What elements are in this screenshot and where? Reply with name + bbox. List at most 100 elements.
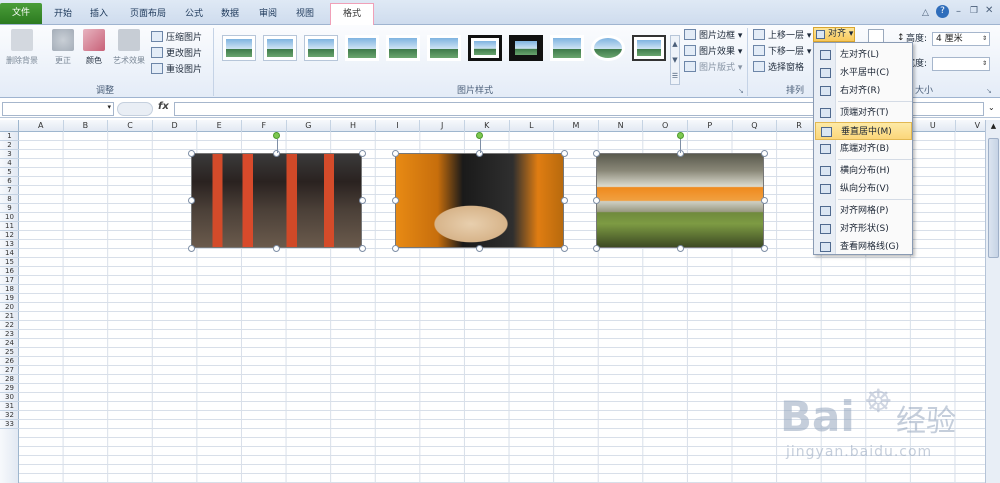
row-header[interactable]: 4 [0, 159, 19, 168]
row-header[interactable]: 16 [0, 267, 19, 276]
menu-item-view-gridlines[interactable]: 查看网格线(G) [815, 238, 912, 256]
resize-handle[interactable] [391, 244, 399, 252]
menu-item-align-middle[interactable]: 垂直居中(M) [815, 122, 912, 140]
resize-handle[interactable] [187, 244, 195, 252]
resize-handle[interactable] [187, 197, 195, 204]
height-input[interactable]: 4 厘米 ⇕ [932, 32, 990, 46]
column-header[interactable]: I [376, 120, 421, 132]
menu-item-snap-shape[interactable]: 对齐形状(S) [815, 220, 912, 238]
picture-style-9[interactable] [550, 35, 584, 61]
resize-handle[interactable] [592, 149, 600, 157]
formula-bar-handle[interactable] [117, 102, 153, 116]
resize-handle[interactable] [273, 244, 280, 252]
row-header[interactable]: 32 [0, 411, 19, 420]
expand-formula-bar-icon[interactable]: ⌄ [988, 103, 995, 112]
close-icon[interactable]: ✕ [985, 5, 993, 16]
resize-handle[interactable] [358, 149, 366, 157]
artistic-effects-button[interactable]: 艺术效果 [110, 29, 148, 66]
styles-gallery-scroll[interactable]: ▲ ▼ ☰ [670, 35, 680, 85]
menu-item-distribute-vertical[interactable]: 纵向分布(V) [815, 180, 912, 198]
menu-item-align-top[interactable]: 顶端对齐(T) [815, 104, 912, 122]
crop-icon[interactable] [868, 29, 884, 43]
column-header[interactable]: C [108, 120, 153, 132]
change-picture-button[interactable]: 更改图片 [151, 47, 202, 61]
row-header[interactable]: 15 [0, 258, 19, 267]
resize-handle[interactable] [476, 244, 483, 252]
menu-item-align-bottom[interactable]: 底端对齐(B) [815, 140, 912, 158]
row-header[interactable]: 23 [0, 330, 19, 339]
row-header[interactable]: 27 [0, 366, 19, 375]
picture-style-3[interactable] [304, 35, 338, 61]
picture-style-7[interactable] [468, 35, 502, 61]
resize-handle[interactable] [592, 197, 600, 204]
row-header[interactable]: 6 [0, 177, 19, 186]
row-header[interactable]: 14 [0, 249, 19, 258]
align-button[interactable]: 对齐 ▾ [813, 27, 855, 42]
row-header[interactable]: 2 [0, 141, 19, 150]
row-header[interactable]: 28 [0, 375, 19, 384]
row-header[interactable]: 3 [0, 150, 19, 159]
column-header[interactable]: M [554, 120, 599, 132]
picture-style-8[interactable] [509, 35, 543, 61]
column-header[interactable]: H [331, 120, 376, 132]
column-header[interactable]: P [688, 120, 733, 132]
resize-handle[interactable] [560, 197, 568, 204]
column-header[interactable]: N [599, 120, 644, 132]
row-header[interactable]: 7 [0, 186, 19, 195]
menu-item-distribute-horizontal[interactable]: 横向分布(H) [815, 162, 912, 180]
rotation-handle[interactable] [676, 132, 684, 139]
tab-file[interactable]: 文件 [0, 3, 42, 24]
picture-style-6[interactable] [427, 35, 461, 61]
select-all-corner[interactable] [0, 120, 19, 132]
picture-layout-button[interactable]: 图片版式 ▾ [684, 61, 742, 75]
resize-handle[interactable] [760, 149, 768, 157]
tab-formulas[interactable]: 公式 [178, 4, 210, 25]
tab-format[interactable]: 格式 [330, 3, 374, 26]
color-button[interactable]: 颜色 [80, 29, 108, 66]
row-header[interactable]: 13 [0, 240, 19, 249]
scroll-up-icon[interactable]: ▲ [988, 122, 999, 133]
row-header[interactable]: 8 [0, 195, 19, 204]
tab-data[interactable]: 数据 [214, 4, 246, 25]
insert-function-icon[interactable]: fx [158, 101, 169, 112]
column-header[interactable]: D [153, 120, 198, 132]
row-header[interactable]: 29 [0, 384, 19, 393]
width-spin-icon[interactable]: ⇕ [982, 58, 987, 70]
column-header[interactable]: J [420, 120, 465, 132]
resize-handle[interactable] [676, 244, 684, 252]
row-header[interactable]: 12 [0, 231, 19, 240]
row-header[interactable]: 33 [0, 420, 19, 429]
picture-style-1[interactable] [222, 35, 256, 61]
resize-handle[interactable] [391, 149, 399, 157]
rotation-handle[interactable] [273, 132, 280, 139]
selection-pane-button[interactable]: 选择窗格 [753, 61, 804, 75]
picture-border-button[interactable]: 图片边框 ▾ [684, 29, 742, 43]
resize-handle[interactable] [560, 149, 568, 157]
menu-item-align-center[interactable]: 水平居中(C) [815, 64, 912, 82]
corrections-button[interactable]: 更正 [48, 29, 78, 66]
resize-handle[interactable] [560, 244, 568, 252]
row-header[interactable]: 24 [0, 339, 19, 348]
row-header[interactable]: 17 [0, 276, 19, 285]
row-header[interactable]: 22 [0, 321, 19, 330]
column-header[interactable]: E [197, 120, 242, 132]
resize-handle[interactable] [187, 149, 195, 157]
row-header[interactable]: 1 [0, 132, 19, 141]
row-header[interactable]: 20 [0, 303, 19, 312]
resize-handle[interactable] [760, 197, 768, 204]
row-header[interactable]: 5 [0, 168, 19, 177]
machine-photo-1[interactable] [191, 153, 362, 248]
row-header[interactable]: 25 [0, 348, 19, 357]
row-header[interactable]: 9 [0, 204, 19, 213]
row-header[interactable]: 30 [0, 393, 19, 402]
menu-item-snap-grid[interactable]: 对齐网格(P) [815, 202, 912, 220]
tab-home[interactable]: 开始 [47, 4, 79, 25]
row-header[interactable]: 18 [0, 285, 19, 294]
minimize-icon[interactable]: – [956, 6, 961, 17]
compress-pictures-button[interactable]: 压缩图片 [151, 31, 202, 45]
styles-dialog-launcher-icon[interactable]: ↘ [738, 87, 744, 95]
name-box-dropdown-icon[interactable]: ▾ [107, 103, 111, 111]
rotation-handle[interactable] [476, 132, 483, 139]
column-header[interactable]: O [643, 120, 688, 132]
bring-forward-button[interactable]: 上移一层 ▾ [753, 29, 811, 43]
